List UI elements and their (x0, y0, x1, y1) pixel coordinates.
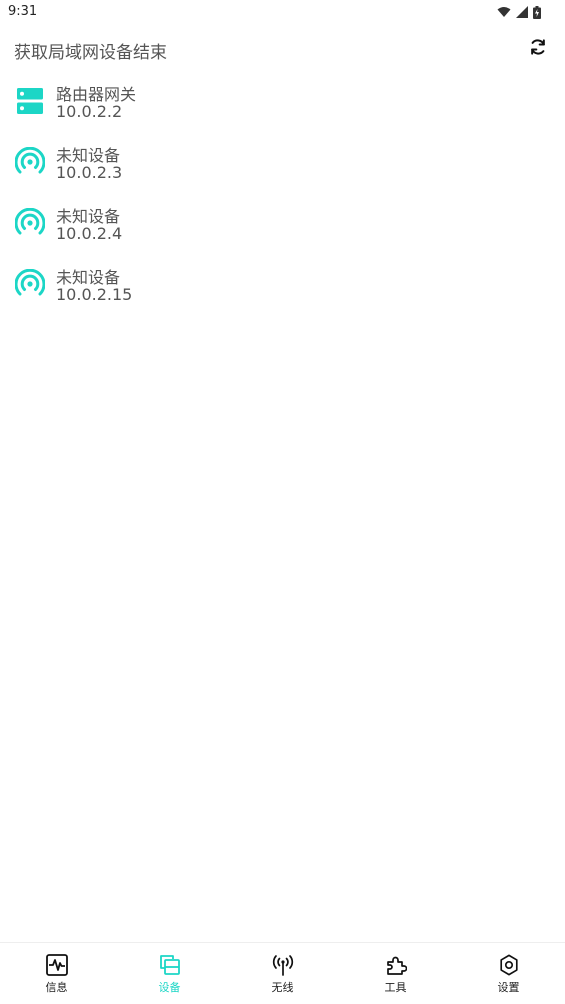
device-item-unknown[interactable]: 未知设备 10.0.2.15 (0, 261, 565, 322)
device-item-router[interactable]: 路由器网关 10.0.2.2 (0, 78, 565, 139)
status-time: 9:31 (8, 4, 38, 19)
gear-icon (497, 953, 521, 977)
server-icon (15, 86, 45, 116)
refresh-icon (528, 37, 548, 61)
screen: 9:31 获取局域网设备结束 路由器网关 10.0.2.2 未知设备 10.0.… (0, 0, 565, 1004)
device-list: 路由器网关 10.0.2.2 未知设备 10.0.2.3 未知设备 10.0.2… (0, 78, 565, 322)
nav-item-info[interactable]: 信息 (0, 943, 113, 1004)
device-ip: 10.0.2.3 (56, 163, 123, 182)
device-item-unknown[interactable]: 未知设备 10.0.2.3 (0, 139, 565, 200)
battery-icon (533, 5, 541, 19)
wifi-icon (497, 6, 511, 18)
refresh-button[interactable] (525, 36, 551, 62)
nav-item-devices[interactable]: 设备 (113, 943, 226, 1004)
nav-item-tools[interactable]: 工具 (339, 943, 452, 1004)
device-item-unknown[interactable]: 未知设备 10.0.2.4 (0, 200, 565, 261)
status-icons (497, 4, 541, 20)
devices-icon (158, 953, 182, 977)
antenna-icon (271, 953, 295, 977)
puzzle-icon (384, 953, 408, 977)
device-ip: 10.0.2.15 (56, 285, 133, 304)
nav-item-wireless[interactable]: 无线 (226, 943, 339, 1004)
nav-label: 设备 (158, 981, 181, 994)
bottom-nav: 信息 设备 无线 工具 设置 (0, 942, 565, 1004)
nav-label: 信息 (45, 981, 68, 994)
broadcast-icon (15, 269, 45, 299)
nav-label: 无线 (271, 981, 294, 994)
nav-label: 设置 (497, 981, 520, 994)
broadcast-icon (15, 147, 45, 177)
nav-label: 工具 (384, 981, 407, 994)
status-bar: 9:31 (0, 0, 565, 24)
broadcast-icon (15, 208, 45, 238)
cell-signal-icon (516, 6, 528, 18)
nav-item-settings[interactable]: 设置 (452, 943, 565, 1004)
activity-icon (45, 953, 69, 977)
header: 获取局域网设备结束 (0, 26, 565, 72)
device-ip: 10.0.2.4 (56, 224, 123, 243)
device-ip: 10.0.2.2 (56, 102, 123, 121)
page-title: 获取局域网设备结束 (14, 43, 167, 63)
